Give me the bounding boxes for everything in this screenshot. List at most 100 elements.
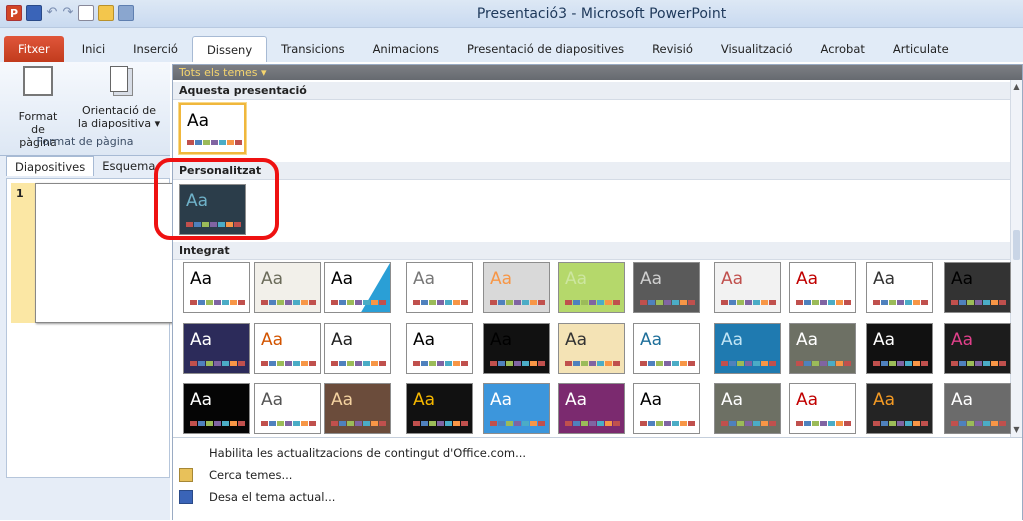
- title-bar: P ↶ ↷ Presentació3 - Microsoft PowerPoin…: [0, 0, 1023, 28]
- theme-builtin[interactable]: Aa: [789, 323, 856, 374]
- menu-browse-themes[interactable]: Cerca temes...: [173, 464, 1022, 486]
- theme-builtin[interactable]: Aa: [483, 262, 550, 313]
- theme-builtin[interactable]: Aa: [789, 383, 856, 434]
- tab-inici[interactable]: Inici: [68, 36, 119, 62]
- theme-builtin[interactable]: Aa: [483, 323, 550, 374]
- theme-sample-text: Aa: [261, 330, 284, 350]
- theme-sample-text: Aa: [721, 390, 744, 410]
- gallery-scrollbar[interactable]: ▲ ▼: [1010, 80, 1022, 437]
- scroll-up-icon[interactable]: ▲: [1012, 82, 1021, 92]
- tab-fitxer[interactable]: Fitxer: [4, 36, 64, 62]
- theme-builtin[interactable]: Aa: [406, 262, 473, 313]
- theme-sample-text: Aa: [490, 390, 513, 410]
- theme-builtin[interactable]: Aa: [789, 262, 856, 313]
- section-custom: Personalitzat: [173, 162, 1022, 180]
- scroll-thumb[interactable]: [1013, 230, 1020, 260]
- theme-color-swatches: [490, 361, 545, 366]
- theme-color-swatches: [413, 361, 468, 366]
- page-format-label-1: Format: [18, 110, 58, 123]
- theme-color-swatches: [331, 361, 386, 366]
- tab-slides[interactable]: Diapositives: [6, 156, 95, 176]
- tab-presentaci-de-diapositives[interactable]: Presentació de diapositives: [453, 36, 638, 62]
- theme-builtin[interactable]: Aa: [183, 323, 250, 374]
- folder-icon: [179, 468, 193, 482]
- menu-save-theme[interactable]: Desa el tema actual...: [173, 486, 1022, 508]
- tab-inserci-[interactable]: Inserció: [119, 36, 192, 62]
- orientation-label-2: la diapositiva ▾: [77, 117, 161, 130]
- slides-panel: Diapositives Esquema 1: [0, 156, 175, 520]
- all-themes-dropdown[interactable]: Tots els temes ▾: [173, 65, 1022, 80]
- theme-color-swatches: [873, 421, 928, 426]
- theme-color-swatches: [413, 300, 468, 305]
- theme-sample-text: Aa: [873, 330, 896, 350]
- theme-sample-text: Aa: [261, 390, 284, 410]
- theme-sample-text: Aa: [796, 330, 819, 350]
- theme-builtin[interactable]: Aa: [944, 383, 1011, 434]
- theme-builtin[interactable]: Aa: [944, 323, 1011, 374]
- theme-sample-text: Aa: [413, 330, 436, 350]
- ribbon-tabs: Fitxer Inici Inserció Disseny Transicions Ani…: [0, 28, 1023, 62]
- theme-sample-text: Aa: [413, 269, 436, 289]
- tab-disseny[interactable]: Disseny: [191, 36, 268, 62]
- theme-builtin[interactable]: Aa: [633, 383, 700, 434]
- theme-builtin[interactable]: Aa: [558, 383, 625, 434]
- theme-color-swatches: [873, 361, 928, 366]
- theme-color-swatches: [490, 300, 545, 305]
- menu-enable-updates[interactable]: Habilita les actualitzacions de contingu…: [173, 442, 1022, 464]
- theme-color-swatches: [190, 421, 245, 426]
- slide-orientation-button[interactable]: Orientació de la diapositiva ▾: [72, 66, 166, 130]
- theme-sample-text: Aa: [190, 330, 213, 350]
- theme-builtin[interactable]: Aa: [558, 323, 625, 374]
- slide-list: 1: [6, 178, 175, 478]
- theme-sample-text: Aa: [490, 330, 513, 350]
- theme-builtin[interactable]: Aa: [406, 383, 473, 434]
- theme-color-swatches: [796, 300, 851, 305]
- section-builtin: Integrat: [173, 242, 1022, 260]
- theme-builtin[interactable]: Aa: [714, 383, 781, 434]
- tab-transicions[interactable]: Transicions: [267, 36, 358, 62]
- theme-color-swatches: [721, 421, 776, 426]
- theme-builtin[interactable]: Aa: [633, 262, 700, 313]
- tab-revisi-[interactable]: Revisió: [638, 36, 707, 62]
- orientation-label-1: Orientació de: [81, 104, 157, 117]
- theme-builtin[interactable]: Aa: [183, 262, 250, 313]
- theme-color-swatches: [640, 361, 695, 366]
- theme-builtin[interactable]: Aa: [714, 262, 781, 313]
- theme-current[interactable]: Aa: [179, 103, 246, 154]
- theme-builtin[interactable]: Aa: [254, 262, 321, 313]
- theme-builtin[interactable]: Aa: [483, 383, 550, 434]
- theme-color-swatches: [331, 300, 386, 305]
- theme-builtin[interactable]: Aa: [714, 323, 781, 374]
- menu-enable-updates-label: Habilita les actualitzacions de contingu…: [209, 446, 527, 460]
- theme-builtin[interactable]: Aa: [633, 323, 700, 374]
- theme-builtin[interactable]: Aa: [254, 323, 321, 374]
- theme-builtin[interactable]: Aa: [944, 262, 1011, 313]
- slide-orientation-icon: [110, 66, 128, 92]
- theme-builtin[interactable]: Aa: [406, 323, 473, 374]
- tab-animacions[interactable]: Animacions: [359, 36, 453, 62]
- theme-builtin[interactable]: Aa: [866, 262, 933, 313]
- theme-sample-text: Aa: [261, 269, 284, 289]
- tab-acrobat[interactable]: Acrobat: [807, 36, 879, 62]
- theme-builtin[interactable]: Aa: [866, 383, 933, 434]
- theme-builtin[interactable]: Aa: [254, 383, 321, 434]
- theme-color-swatches: [721, 361, 776, 366]
- save-icon: [179, 490, 193, 504]
- theme-builtin[interactable]: Aa: [324, 262, 391, 313]
- theme-color-swatches: [565, 300, 620, 305]
- theme-builtin[interactable]: Aa: [183, 383, 250, 434]
- tab-outline[interactable]: Esquema: [94, 156, 163, 176]
- tab-visualitzaci-[interactable]: Visualització: [707, 36, 807, 62]
- scroll-down-icon[interactable]: ▼: [1012, 425, 1021, 435]
- theme-builtin[interactable]: Aa: [324, 383, 391, 434]
- theme-sample-text: Aa: [796, 390, 819, 410]
- theme-color-swatches: [951, 361, 1006, 366]
- theme-sample-text: Aa: [796, 269, 819, 289]
- theme-builtin[interactable]: Aa: [324, 323, 391, 374]
- tab-articulate[interactable]: Articulate: [879, 36, 963, 62]
- theme-color-swatches: [261, 300, 316, 305]
- theme-builtin[interactable]: Aa: [558, 262, 625, 313]
- theme-builtin[interactable]: Aa: [866, 323, 933, 374]
- theme-sample-text: Aa: [413, 390, 436, 410]
- theme-sample-text: Aa: [721, 269, 744, 289]
